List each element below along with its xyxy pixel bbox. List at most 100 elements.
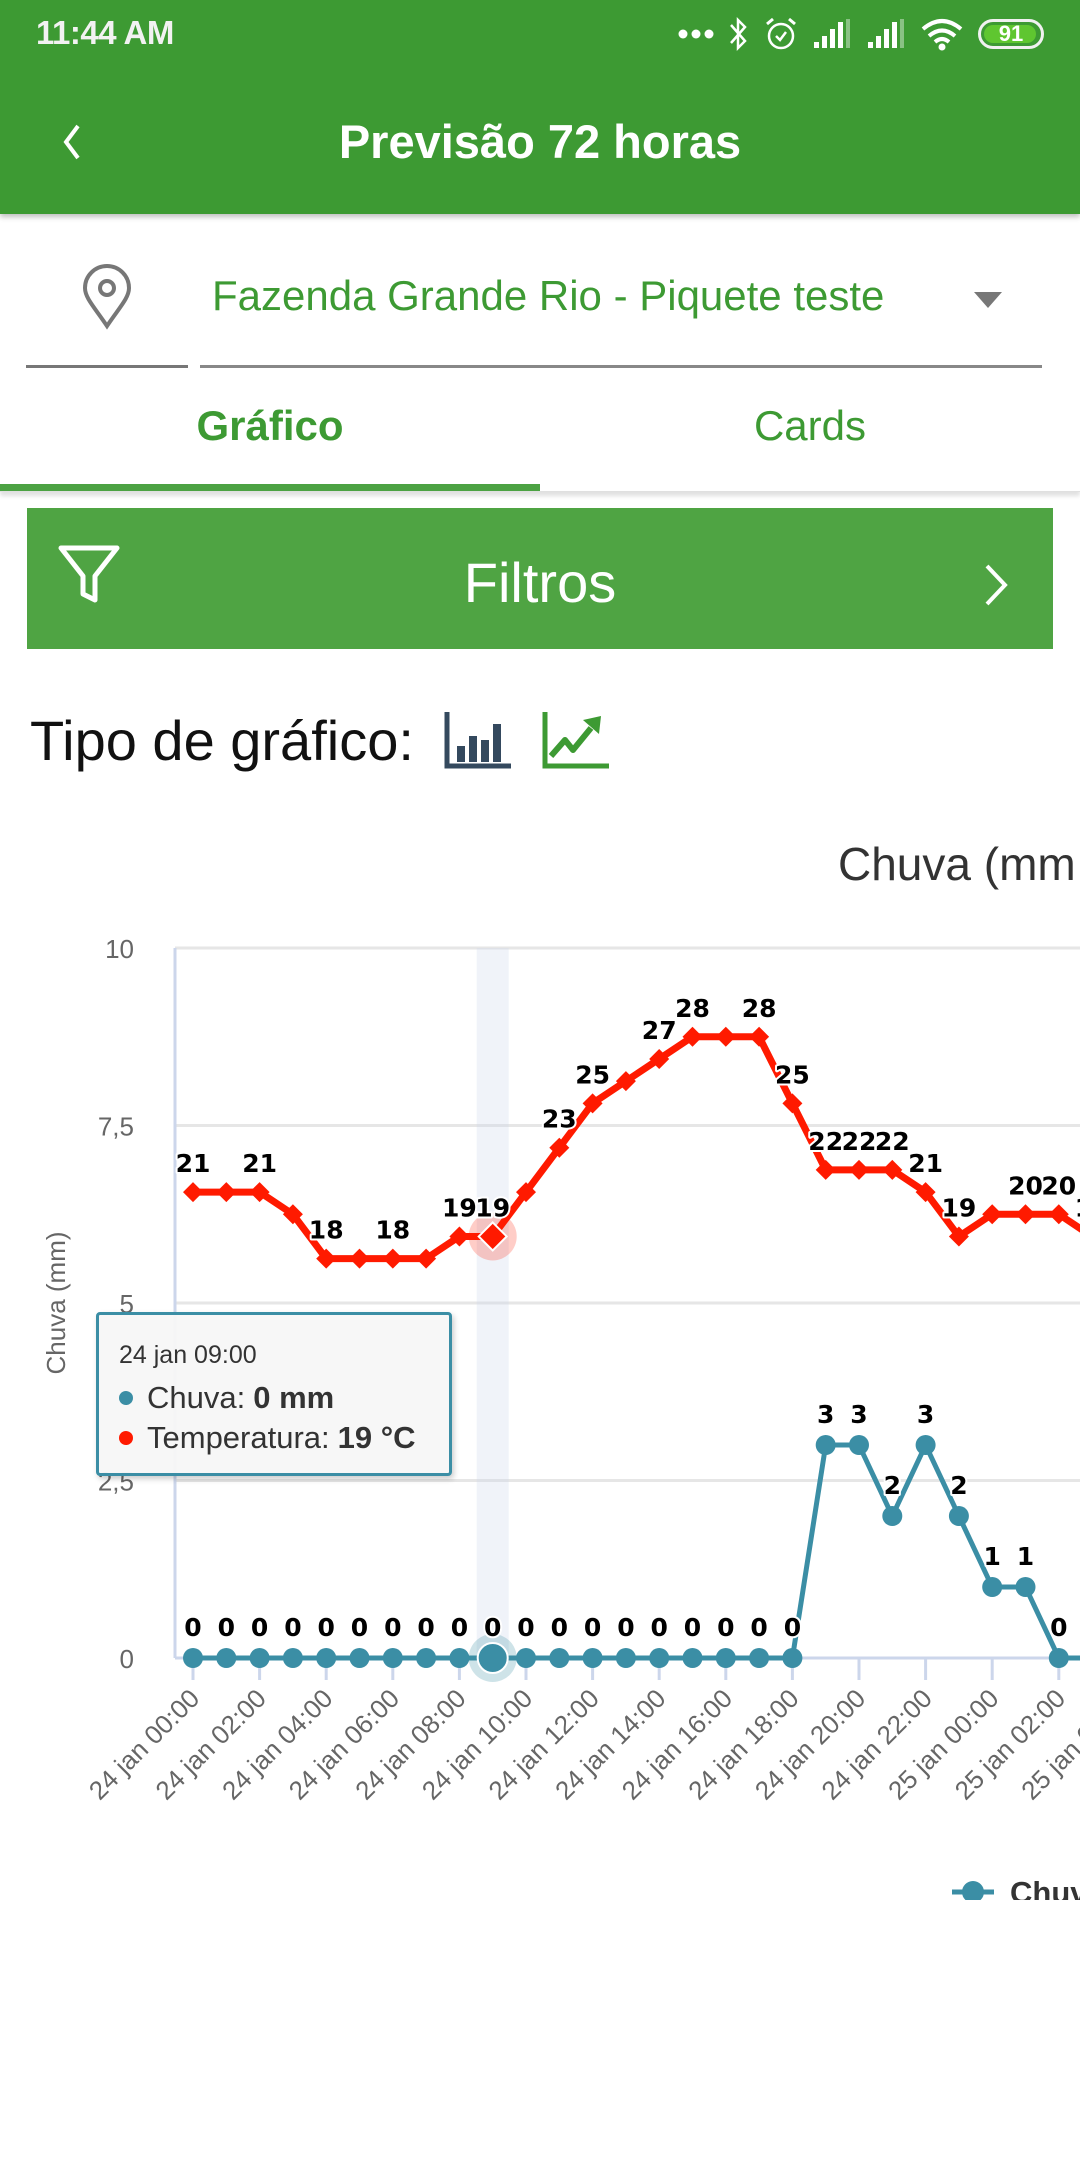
rain-point [948,1506,969,1526]
rain-data-label: 1 [1017,1542,1034,1571]
rain-data-label: 0 [484,1613,501,1642]
temperature-data-label: 28 [675,994,710,1023]
toolbar: Previsão 72 horas [0,80,1080,200]
signal-icon [814,19,850,48]
status-time: 11:44 AM [36,14,174,51]
rain-point [582,1648,603,1668]
rain-data-label: 0 [717,1613,734,1642]
rain-data-label: 0 [1050,1613,1067,1642]
rain-point [982,1577,1003,1597]
rain-point [1015,1577,1036,1597]
rain-data-label: 0 [517,1613,534,1642]
temperature-data-label: 22 [842,1127,877,1156]
grid [173,946,1080,1660]
temperature-data-label: 25 [775,1060,810,1089]
rain-point [349,1648,370,1668]
chart-tooltip: 24 jan 09:00 Chuva: 0 mm Temperatura: 19… [96,1312,452,1476]
tab-cards[interactable]: Cards [540,380,1080,492]
wifi-icon [921,19,963,51]
tooltip-label: Chuva: [147,1380,246,1415]
bar-chart-button[interactable] [442,706,514,774]
temperature-point [715,1026,736,1047]
temperature-point [216,1182,237,1203]
rain-point [782,1648,803,1668]
y-tick-label: 10 [105,934,134,964]
legend-label: Chuv [1010,1875,1080,1900]
tooltip-row-chuva: Chuva: 0 mm [119,1378,449,1418]
temperature-data-label: 19 [475,1193,510,1222]
rain-data-label: 0 [351,1613,368,1642]
rain-data-label: 0 [650,1613,667,1642]
map-pin-icon [82,264,132,330]
rain-data-label: 0 [451,1613,468,1642]
temperature-point [183,1182,203,1203]
rain-data-label: 3 [817,1400,834,1429]
signal-icon [868,19,904,48]
rain-data-label: 0 [251,1613,268,1642]
rain-point [615,1648,636,1668]
temperature-data-label: 18 [375,1216,410,1245]
location-select[interactable]: Fazenda Grande Rio - Piquete teste [200,244,1042,368]
temperature-point [382,1248,403,1269]
temperature-point [849,1159,869,1180]
legend[interactable]: Chuv [952,1875,1080,1900]
y-axis-ticks: 02,557,510 [98,934,134,1674]
hover-band-rect [476,948,509,1658]
hover-band [476,948,509,1658]
line-chart-button[interactable] [540,706,612,774]
bluetooth-icon [730,16,747,52]
rain-point [216,1648,237,1668]
temperature-data-label: 22 [875,1127,910,1156]
rain-data-label: 1 [983,1542,1000,1571]
rain-data-label: 0 [184,1613,201,1642]
rain-point [715,1648,736,1668]
battery-icon: 91 [978,19,1044,49]
active-tab-indicator [0,484,540,491]
tooltip-title: 24 jan 09:00 [119,1341,257,1369]
temperature-data-label: 20 [1008,1171,1043,1200]
tooltip-row-temperatura: Temperatura: 19 °C [119,1418,449,1458]
rain-data-label: 3 [917,1400,934,1429]
caret-down-icon [974,292,1002,308]
temperature-data-label: 20 [1041,1171,1076,1200]
rain-point [476,1642,509,1674]
rain-point [682,1648,703,1668]
legend-marker [962,1881,984,1900]
rain-point [882,1506,903,1526]
filters-label: Filtros [463,551,617,614]
temperature-data-label: 28 [742,994,777,1023]
chart-type-selector: Tipo de gráfico: [30,700,638,780]
status-icons: 91 [678,14,1044,54]
rain-data-label: 3 [850,1400,867,1429]
rain-point [1048,1648,1069,1668]
temperature-data-label: 21 [242,1149,277,1178]
rain-data-label: 0 [750,1613,767,1642]
filters-button[interactable]: Filtros [27,508,1053,649]
y-axis-label: Chuva (mm) [41,1231,71,1374]
rain-data-label: 0 [317,1613,334,1642]
rain-point [249,1648,270,1668]
rain-point [449,1648,470,1668]
chart-title: Chuva (mm [838,838,1076,890]
page-title: Previsão 72 horas [338,115,742,168]
rain-point [549,1648,570,1668]
line-chart-icon [542,712,609,769]
temperature-dot-icon [119,1431,133,1445]
rain-point [316,1648,337,1668]
rain-data-label: 0 [284,1613,301,1642]
temperature-data-label: 25 [575,1060,610,1089]
tab-grafico[interactable]: Gráfico [0,380,540,492]
y-tick-label: 0 [120,1644,134,1674]
temperature-data-label: 21 [176,1149,211,1178]
rain-point [749,1648,770,1668]
bar-chart-icon [444,712,511,769]
rain-data-label: 0 [384,1613,401,1642]
temperature-data-label: 27 [642,1016,677,1045]
x-axis-ticks: 24 jan 00:0024 jan 02:0024 jan 04:0024 j… [83,1658,1080,1805]
tooltip-value: 0 mm [253,1380,335,1415]
rain-point [382,1648,403,1668]
temperature-point [1015,1204,1036,1225]
rain-data-label: 0 [218,1613,235,1642]
temperature-data-label: 19 [442,1193,477,1222]
rain-data-label: 2 [950,1471,967,1500]
